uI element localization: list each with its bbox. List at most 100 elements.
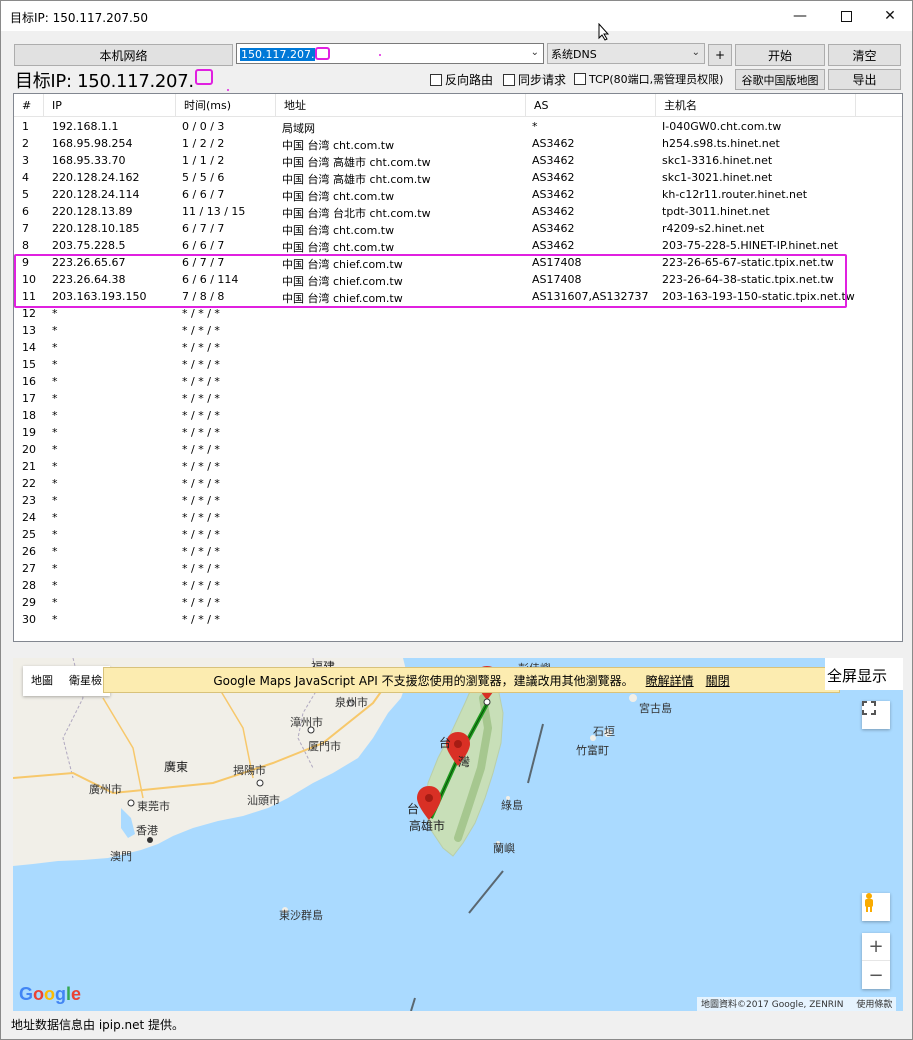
cell-time: * / * / * (182, 426, 220, 439)
dns-select-value: 系统DNS (551, 47, 597, 61)
map-type-map-button[interactable]: 地圖 (23, 666, 61, 696)
learn-more-link[interactable]: 瞭解詳情 (646, 672, 694, 689)
column-header-address[interactable]: 地址 (276, 94, 526, 117)
map-label: 厦門市 (308, 740, 341, 753)
table-row[interactable]: 22 * * / * / * (14, 476, 902, 493)
local-network-button[interactable]: 本机网络 (14, 44, 233, 66)
cell-ip: 203.163.193.150 (52, 290, 147, 303)
street-view-pegman[interactable] (862, 893, 890, 921)
clear-button[interactable]: 清空 (828, 44, 901, 66)
cell-ip: 220.128.13.89 (52, 205, 133, 218)
cell-ip: * (52, 375, 58, 388)
checkbox-box[interactable] (574, 73, 586, 85)
table-row[interactable]: 15 * * / * / * (14, 357, 902, 374)
cell-index: 20 (22, 443, 36, 456)
map-label: 東莞市 (137, 800, 170, 813)
table-row[interactable]: 25 * * / * / * (14, 527, 902, 544)
fullscreen-display-button[interactable]: 全屏显示 (825, 658, 903, 690)
cell-as: AS131607,AS132737 (532, 290, 649, 303)
dns-select[interactable]: 系统DNS ⌄ (547, 43, 705, 64)
zoom-out-button[interactable]: − (862, 961, 890, 989)
map-label: 泉州市 (335, 696, 368, 709)
table-row[interactable]: 18 * * / * / * (14, 408, 902, 425)
close-warning-link[interactable]: 關閉 (706, 672, 730, 689)
cell-index: 19 (22, 426, 36, 439)
cell-time: 11 / 13 / 15 (182, 205, 246, 218)
table-row[interactable]: 14 * * / * / * (14, 340, 902, 357)
cell-index: 24 (22, 511, 36, 524)
chevron-down-icon[interactable]: ⌄ (531, 47, 539, 58)
table-row[interactable]: 7 220.128.10.185 6 / 7 / 7 中国 台湾 cht.com.tw… (14, 221, 902, 238)
tcp-checkbox[interactable]: TCP(80端口,需管理员权限) (574, 71, 723, 87)
maximize-button[interactable] (823, 1, 869, 31)
table-row[interactable]: 19 * * / * / * (14, 425, 902, 442)
cell-hostname: skc1-3316.hinet.net (662, 154, 773, 167)
table-row[interactable]: 23 * * / * / * (14, 493, 902, 510)
cell-time: * / * / * (182, 613, 220, 626)
cell-time: * / * / * (182, 562, 220, 575)
column-header-time[interactable]: 时间(ms) (176, 94, 276, 117)
table-row[interactable]: 9 223.26.65.67 6 / 7 / 7 中国 台湾 chief.com.tw… (14, 255, 902, 272)
table-row[interactable]: 21 * * / * / * (14, 459, 902, 476)
table-row[interactable]: 30 * * / * / * (14, 612, 902, 629)
add-button[interactable]: + (708, 44, 732, 66)
cell-index: 18 (22, 409, 36, 422)
table-row[interactable]: 26 * * / * / * (14, 544, 902, 561)
fullscreen-button[interactable] (862, 701, 890, 729)
cell-ip: * (52, 613, 58, 626)
table-row[interactable]: 10 223.26.64.38 6 / 6 / 114 中国 台湾 chief.com… (14, 272, 902, 289)
table-row[interactable]: 6 220.128.13.89 11 / 13 / 15 中国 台湾 台北市 cht.… (14, 204, 902, 221)
table-row[interactable]: 16 * * / * / * (14, 374, 902, 391)
cell-as: AS3462 (532, 239, 575, 252)
boundary-line (527, 723, 544, 784)
cell-ip: * (52, 511, 58, 524)
close-button[interactable]: ✕ (867, 1, 913, 31)
table-row[interactable]: 28 * * / * / * (14, 578, 902, 595)
cell-time: * / * / * (182, 392, 220, 405)
google-china-map-button[interactable]: 谷歌中国版地图 (735, 69, 825, 90)
table-row[interactable]: 8 203.75.228.5 6 / 6 / 7 中国 台湾 cht.com.tw AS… (14, 238, 902, 255)
browser-warning-banner: Google Maps JavaScript API 不支援您使用的瀏覽器，建議… (103, 667, 840, 693)
column-header-ip[interactable]: IP (44, 94, 176, 117)
table-row[interactable]: 24 * * / * / * (14, 510, 902, 527)
table-row[interactable]: 12 * * / * / * (14, 306, 902, 323)
cell-time: * / * / * (182, 511, 220, 524)
zoom-in-button[interactable]: + (862, 933, 890, 961)
warning-text: Google Maps JavaScript API 不支援您使用的瀏覽器，建議… (213, 673, 634, 688)
checkbox-box[interactable] (430, 73, 442, 86)
column-header-hostname[interactable]: 主机名 (656, 94, 856, 117)
cell-address: 中国 台湾 台北市 cht.com.tw (282, 207, 431, 220)
map-label: 台 (407, 802, 420, 816)
table-row[interactable]: 13 * * / * / * (14, 323, 902, 340)
cell-time: * / * / * (182, 460, 220, 473)
column-header-as[interactable]: AS (526, 94, 656, 117)
table-row[interactable]: 29 * * / * / * (14, 595, 902, 612)
table-row[interactable]: 1 192.168.1.1 0 / 0 / 3 局域网 * I-040GW0.cht.co… (14, 119, 902, 136)
table-row[interactable]: 27 * * / * / * (14, 561, 902, 578)
reverse-route-checkbox[interactable]: 反向路由 (430, 71, 493, 88)
export-button[interactable]: 导出 (828, 69, 901, 90)
table-row[interactable]: 17 * * / * / * (14, 391, 902, 408)
map-label: 汕頭市 (247, 794, 280, 807)
table-row[interactable]: 4 220.128.24.162 5 / 5 / 6 中国 台湾 高雄市 cht.co… (14, 170, 902, 187)
terms-link[interactable]: 使用條款 (856, 1000, 892, 1010)
table-row[interactable]: 20 * * / * / * (14, 442, 902, 459)
minimize-button[interactable]: — (777, 1, 823, 31)
cell-index: 30 (22, 613, 36, 626)
table-row[interactable]: 3 168.95.33.70 1 / 1 / 2 中国 台湾 高雄市 cht.com.… (14, 153, 902, 170)
cell-index: 25 (22, 528, 36, 541)
table-row[interactable]: 5 220.128.24.114 6 / 6 / 7 中国 台湾 cht.com.tw… (14, 187, 902, 204)
table-row[interactable]: 2 168.95.98.254 1 / 2 / 2 中国 台湾 cht.com.tw A… (14, 136, 902, 153)
column-header-index[interactable]: # (14, 94, 44, 117)
start-button[interactable]: 开始 (735, 44, 825, 66)
table-row[interactable]: 11 203.163.193.150 7 / 8 / 8 中国 台湾 chief.co… (14, 289, 902, 306)
close-icon: ✕ (884, 8, 896, 24)
traceroute-table[interactable]: # IP 时间(ms) 地址 AS 主机名 1 192.168.1.1 0 / 0 … (13, 93, 903, 642)
google-logo[interactable]: Google (19, 984, 81, 1005)
sync-request-checkbox[interactable]: 同步请求 (503, 71, 566, 88)
target-ip-input[interactable]: 150.117.207. ⌄ (236, 43, 544, 64)
cell-time: * / * / * (182, 409, 220, 422)
cell-index: 28 (22, 579, 36, 592)
checkbox-box[interactable] (503, 73, 515, 86)
route-map[interactable]: 福建 泉州市 漳州市 厦門市 廣東 揭陽市 汕頭市 廣州市 東莞市 香港 澳門 … (13, 658, 903, 1011)
